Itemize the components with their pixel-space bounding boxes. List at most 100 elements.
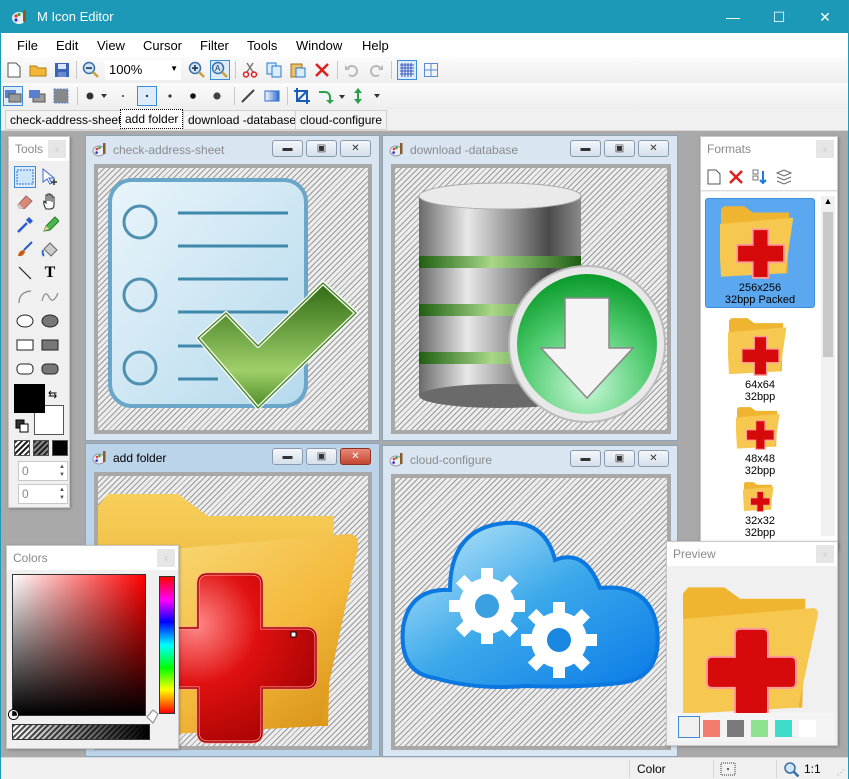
spin-arrows-icon[interactable]: ▲ ▼ bbox=[59, 463, 65, 479]
child-minimize-button[interactable]: ▬ bbox=[570, 450, 601, 467]
icon-canvas[interactable] bbox=[391, 474, 671, 750]
pattern-solid-swatch[interactable] bbox=[52, 440, 68, 456]
brush-size-dropdown[interactable] bbox=[83, 86, 111, 106]
formats-list[interactable]: 256x256 32bpp Packed 64x64 32bpp 48x48 3… bbox=[701, 192, 837, 550]
tool-rect-outline[interactable] bbox=[14, 334, 36, 356]
spin-input-2[interactable]: 0 ▲ ▼ bbox=[18, 484, 68, 504]
tool-line[interactable] bbox=[14, 262, 36, 284]
flip-dropdown[interactable] bbox=[351, 86, 383, 106]
tool-fill-bucket[interactable] bbox=[39, 238, 61, 260]
colors-panel-close-button[interactable]: x bbox=[157, 549, 175, 567]
spin-arrows-icon[interactable]: ▲ ▼ bbox=[59, 486, 65, 502]
child-maximize-button[interactable]: ▣ bbox=[306, 448, 337, 465]
menu-edit[interactable]: Edit bbox=[56, 38, 78, 53]
pattern-light-swatch[interactable] bbox=[14, 440, 30, 456]
sort-formats-icon[interactable] bbox=[752, 169, 768, 185]
menu-help[interactable]: Help bbox=[362, 38, 389, 53]
formats-scrollbar[interactable]: ▲ bbox=[821, 196, 835, 536]
new-format-icon[interactable] bbox=[707, 169, 721, 185]
tool-roundrect-filled[interactable] bbox=[39, 358, 61, 380]
tool-pencil[interactable] bbox=[39, 214, 61, 236]
child-window-cloud-configure[interactable]: cloud-configure ▬ ▣ ✕ bbox=[382, 445, 678, 757]
child-window-check-address-sheet[interactable]: check-address-sheet ▬ ▣ ✕ bbox=[85, 135, 380, 441]
tool-roundrect-outline[interactable] bbox=[14, 358, 36, 380]
delete-format-icon[interactable] bbox=[728, 169, 744, 185]
doc-tab-check-address-sheet[interactable]: check-address-sheet bbox=[5, 110, 127, 130]
dot-size-2-button[interactable] bbox=[137, 86, 157, 106]
redo-button[interactable] bbox=[366, 60, 386, 80]
hue-slider-handle[interactable] bbox=[145, 707, 159, 725]
child-maximize-button[interactable]: ▣ bbox=[604, 450, 635, 467]
open-button[interactable] bbox=[28, 60, 48, 80]
minimize-button[interactable]: — bbox=[710, 1, 756, 33]
menu-window[interactable]: Window bbox=[296, 38, 342, 53]
menu-cursor[interactable]: Cursor bbox=[143, 38, 182, 53]
tool-eraser[interactable] bbox=[14, 190, 36, 212]
layer-back-button[interactable] bbox=[27, 86, 47, 106]
tool-hand[interactable] bbox=[39, 190, 61, 212]
preview-panel-close-button[interactable]: x bbox=[816, 545, 834, 563]
grid-coarse-button[interactable] bbox=[421, 60, 441, 80]
tool-rect-filled[interactable] bbox=[39, 334, 61, 356]
tool-eyedropper[interactable] bbox=[14, 214, 36, 236]
preview-bg-swatch-5[interactable] bbox=[775, 720, 792, 737]
child-close-button[interactable]: ✕ bbox=[638, 140, 669, 157]
maximize-button[interactable]: ☐ bbox=[756, 1, 802, 33]
cut-button[interactable] bbox=[240, 60, 260, 80]
zoom-actual-button[interactable]: A bbox=[210, 60, 230, 80]
reset-colors-icon[interactable] bbox=[15, 419, 29, 433]
tool-ellipse-filled[interactable] bbox=[39, 310, 61, 332]
saturation-value-picker[interactable] bbox=[9, 574, 146, 719]
zoom-in-button[interactable] bbox=[187, 60, 207, 80]
layers-icon[interactable] bbox=[775, 168, 793, 186]
child-close-button[interactable]: ✕ bbox=[340, 140, 371, 157]
menu-tools[interactable]: Tools bbox=[247, 38, 277, 53]
preview-bg-swatch-1[interactable] bbox=[678, 716, 700, 738]
primary-color-front[interactable] bbox=[14, 384, 45, 413]
child-close-button[interactable]: ✕ bbox=[638, 450, 669, 467]
format-item-64[interactable]: 64x64 32bpp bbox=[705, 314, 815, 403]
zoom-level-select[interactable]: 100% ▼ bbox=[105, 60, 181, 80]
alpha-slider[interactable] bbox=[12, 724, 150, 740]
menu-filter[interactable]: Filter bbox=[200, 38, 229, 53]
child-minimize-button[interactable]: ▬ bbox=[272, 448, 303, 465]
formats-panel-close-button[interactable]: x bbox=[816, 140, 834, 158]
resize-grip-icon[interactable]: ⋰ bbox=[837, 768, 845, 777]
child-minimize-button[interactable]: ▬ bbox=[272, 140, 303, 157]
preview-bg-swatch-4[interactable] bbox=[751, 720, 768, 737]
child-window-download-database[interactable]: download -database ▬ ▣ ✕ bbox=[382, 135, 678, 441]
rotate-dropdown[interactable] bbox=[316, 86, 348, 106]
doc-tab-add-folder[interactable]: add folder bbox=[120, 109, 184, 129]
tool-ellipse-outline[interactable] bbox=[14, 310, 36, 332]
grid-fine-button[interactable] bbox=[397, 60, 417, 80]
delete-button[interactable] bbox=[312, 60, 332, 80]
child-close-button[interactable]: ✕ bbox=[340, 448, 371, 465]
layer-front-button[interactable] bbox=[3, 86, 23, 106]
icon-canvas[interactable] bbox=[391, 164, 671, 434]
format-item-48[interactable]: 48x48 32bpp bbox=[705, 404, 815, 477]
scrollbar-thumb[interactable] bbox=[823, 212, 833, 357]
tool-pointer-select[interactable] bbox=[39, 166, 61, 188]
scroll-up-icon[interactable]: ▲ bbox=[821, 196, 835, 210]
spin-input-1[interactable]: 0 ▲ ▼ bbox=[18, 461, 68, 481]
preview-bg-swatch-6[interactable] bbox=[799, 720, 816, 737]
tools-panel-close-button[interactable]: x bbox=[48, 140, 66, 158]
format-item-32[interactable]: 32x32 32bpp bbox=[705, 480, 815, 539]
doc-tab-cloud-configure[interactable]: cloud-configure bbox=[295, 110, 388, 130]
tool-arc[interactable] bbox=[14, 286, 36, 308]
line-tool-button[interactable] bbox=[238, 86, 258, 106]
dot-size-5-button[interactable] bbox=[207, 86, 227, 106]
dot-size-4-button[interactable] bbox=[183, 86, 203, 106]
save-button[interactable] bbox=[52, 60, 72, 80]
tool-brush[interactable] bbox=[14, 238, 36, 260]
copy-button[interactable] bbox=[264, 60, 284, 80]
paste-button[interactable] bbox=[288, 60, 308, 80]
child-minimize-button[interactable]: ▬ bbox=[570, 140, 601, 157]
icon-canvas[interactable] bbox=[94, 164, 372, 434]
dot-size-3-button[interactable] bbox=[160, 86, 180, 106]
close-button[interactable]: ✕ bbox=[802, 1, 848, 33]
hue-slider[interactable] bbox=[159, 576, 175, 714]
pattern-dark-swatch[interactable] bbox=[33, 440, 49, 456]
zoom-out-button[interactable] bbox=[81, 60, 101, 80]
tool-curve[interactable] bbox=[39, 286, 61, 308]
